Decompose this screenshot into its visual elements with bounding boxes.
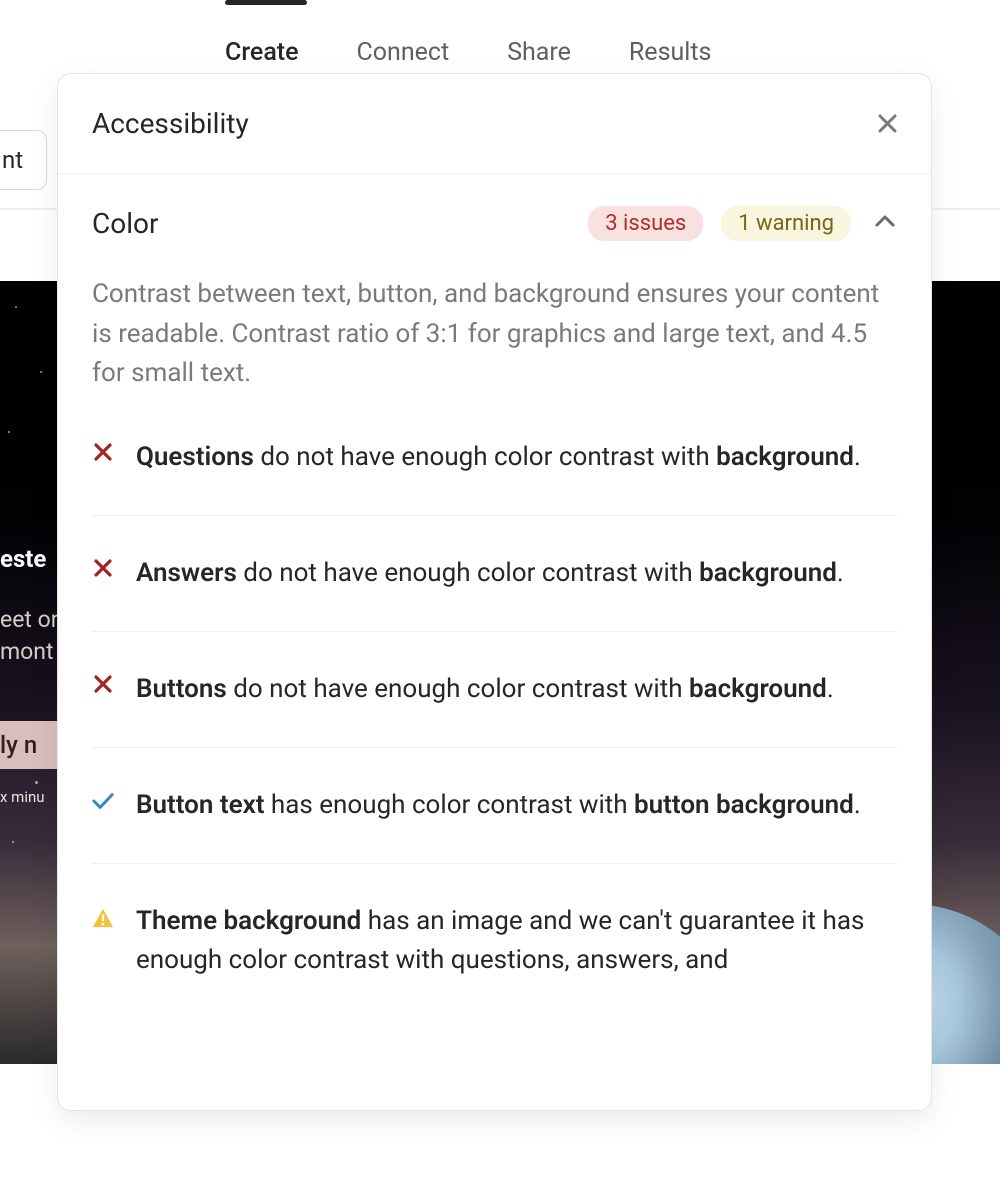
accessibility-item: Theme background has an image and we can… [92, 863, 897, 1018]
item-text: Questions do not have enough color contr… [136, 438, 861, 477]
section-header: Color 3 issues 1 warning [58, 174, 931, 241]
chevron-up-icon [873, 210, 897, 234]
error-icon [92, 443, 114, 461]
accessibility-item: Questions do not have enough color contr… [92, 438, 897, 515]
item-strong-1: Theme background [136, 906, 361, 936]
item-strong-2: background [716, 442, 854, 472]
star [15, 306, 17, 308]
panel-header: Accessibility [58, 74, 931, 174]
item-part-1: do not have enough color contrast with [237, 558, 699, 588]
accessibility-item: Answers do not have enough color contras… [92, 515, 897, 631]
accessibility-item: Buttons do not have enough color contras… [92, 631, 897, 747]
item-part-2: . [854, 442, 861, 472]
item-strong-1: Questions [136, 442, 254, 472]
error-icon [92, 675, 114, 693]
section-title: Color [92, 207, 588, 240]
top-tabs: Create Connect Share Results [0, 38, 1000, 67]
item-strong-2: background [689, 674, 827, 704]
item-part-1: has enough color contrast with [264, 790, 634, 820]
background-button-fragment[interactable]: nt [0, 130, 47, 190]
star [12, 841, 14, 843]
background-text-fragment-2: mont [0, 638, 54, 665]
item-strong-1: Answers [136, 558, 237, 588]
item-part-1: do not have enough color contrast with [254, 442, 716, 472]
issues-badge: 3 issues [588, 206, 703, 241]
item-part-2: . [854, 790, 861, 820]
background-time-fragment: x minu [0, 788, 45, 806]
tab-results[interactable]: Results [629, 38, 712, 67]
item-strong-1: Buttons [136, 674, 227, 704]
close-icon [878, 114, 897, 133]
active-tab-indicator [225, 0, 307, 5]
item-strong-2: button background [634, 790, 854, 820]
accessibility-items: Questions do not have enough color contr… [58, 394, 931, 1018]
tab-share[interactable]: Share [507, 38, 571, 67]
error-icon [92, 559, 114, 577]
background-answer-button-fragment[interactable]: ly n [0, 721, 58, 769]
item-text: Button text has enough color contrast wi… [136, 786, 861, 825]
star [8, 431, 10, 433]
item-text: Buttons do not have enough color contras… [136, 670, 834, 709]
item-text: Answers do not have enough color contras… [136, 554, 844, 593]
star [35, 781, 38, 784]
accessibility-panel: Accessibility Color 3 issues 1 warning C… [57, 73, 932, 1111]
panel-title: Accessibility [92, 107, 249, 140]
background-heading-fragment: este [0, 545, 46, 573]
item-text: Theme background has an image and we can… [136, 902, 897, 980]
warning-icon [92, 907, 114, 929]
accessibility-item: Button text has enough color contrast wi… [92, 747, 897, 863]
collapse-button[interactable] [873, 210, 897, 238]
warning-badge: 1 warning [721, 206, 851, 241]
item-part-2: . [837, 558, 844, 588]
item-strong-1: Button text [136, 790, 264, 820]
background-text-fragment-1: eet on [0, 606, 63, 633]
star [40, 371, 42, 373]
item-strong-2: background [699, 558, 837, 588]
close-button[interactable] [878, 114, 897, 133]
tab-create[interactable]: Create [225, 38, 299, 67]
section-description: Contrast between text, button, and backg… [58, 241, 931, 394]
check-icon [92, 791, 114, 811]
tab-connect[interactable]: Connect [357, 38, 450, 67]
item-part-1: do not have enough color contrast with [227, 674, 689, 704]
item-part-2: . [827, 674, 834, 704]
